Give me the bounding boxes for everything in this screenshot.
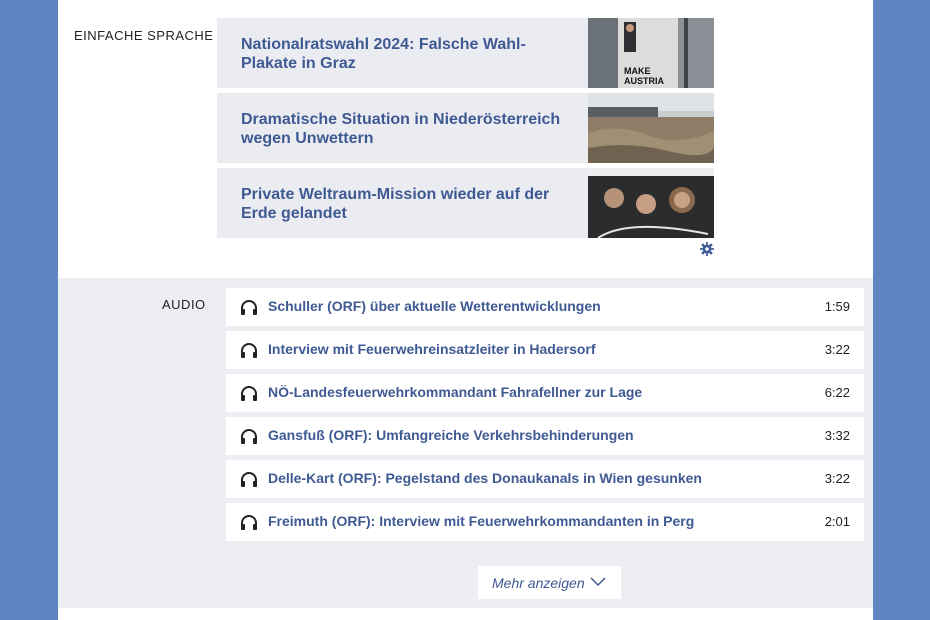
audio-duration: 3:32 [824, 428, 850, 443]
news-thumbnail[interactable] [588, 168, 714, 238]
svg-text:MAKE: MAKE [624, 66, 651, 76]
audio-duration: 2:01 [824, 514, 850, 529]
news-item[interactable]: Private Weltraum-Mission wieder auf der … [217, 168, 714, 238]
audio-duration: 3:22 [824, 471, 850, 486]
news-title[interactable]: Nationalratswahl 2024: Falsche Wahl-Plak… [241, 35, 571, 73]
news-item[interactable]: Dramatische Situation in Niederösterreic… [217, 93, 714, 163]
headphones-icon [241, 429, 257, 444]
svg-text:AUSTRIA: AUSTRIA [624, 76, 664, 86]
chevron-down-icon [590, 577, 606, 587]
audio-duration: 6:22 [824, 385, 850, 400]
audio-duration: 3:22 [824, 342, 850, 357]
news-title[interactable]: Private Weltraum-Mission wieder auf der … [241, 185, 571, 223]
page: EINFACHE SPRACHE Nationalratswahl 2024: … [58, 0, 873, 620]
simple-language-section: EINFACHE SPRACHE Nationalratswahl 2024: … [58, 0, 873, 278]
audio-item[interactable]: Schuller (ORF) über aktuelle Wetterentwi… [226, 288, 864, 326]
audio-duration: 1:59 [824, 299, 850, 314]
section-label-simple-language: EINFACHE SPRACHE [74, 28, 214, 43]
gear-icon[interactable] [700, 242, 714, 256]
audio-item[interactable]: Interview mit Feuerwehreinsatzleiter in … [226, 331, 864, 369]
headphones-icon [241, 343, 257, 358]
audio-title[interactable]: Freimuth (ORF): Interview mit Feuerwehrk… [268, 513, 694, 529]
headphones-icon [241, 472, 257, 487]
news-item[interactable]: Nationalratswahl 2024: Falsche Wahl-Plak… [217, 18, 714, 88]
news-thumbnail[interactable] [588, 93, 714, 163]
audio-section: AUDIO Schuller (ORF) über aktuelle Wette… [58, 278, 873, 608]
audio-item[interactable]: Gansfuß (ORF): Umfangreiche Verkehrsbehi… [226, 417, 864, 455]
audio-title[interactable]: NÖ-Landesfeuerwehrkommandant Fahrafellne… [268, 384, 642, 400]
headphones-icon [241, 300, 257, 315]
section-label-audio: AUDIO [162, 297, 206, 312]
audio-title[interactable]: Gansfuß (ORF): Umfangreiche Verkehrsbehi… [268, 427, 634, 443]
show-more-label: Mehr anzeigen [492, 575, 585, 591]
audio-title[interactable]: Interview mit Feuerwehreinsatzleiter in … [268, 341, 596, 357]
audio-item[interactable]: NÖ-Landesfeuerwehrkommandant Fahrafellne… [226, 374, 864, 412]
audio-title[interactable]: Schuller (ORF) über aktuelle Wetterentwi… [268, 298, 601, 314]
news-thumbnail[interactable]: MAKE AUSTRIA [588, 18, 714, 88]
audio-item[interactable]: Freimuth (ORF): Interview mit Feuerwehrk… [226, 503, 864, 541]
audio-title[interactable]: Delle-Kart (ORF): Pegelstand des Donauka… [268, 470, 702, 486]
headphones-icon [241, 386, 257, 401]
headphones-icon [241, 515, 257, 530]
news-title[interactable]: Dramatische Situation in Niederösterreic… [241, 110, 571, 148]
show-more-button[interactable]: Mehr anzeigen [478, 566, 621, 599]
audio-item[interactable]: Delle-Kart (ORF): Pegelstand des Donauka… [226, 460, 864, 498]
